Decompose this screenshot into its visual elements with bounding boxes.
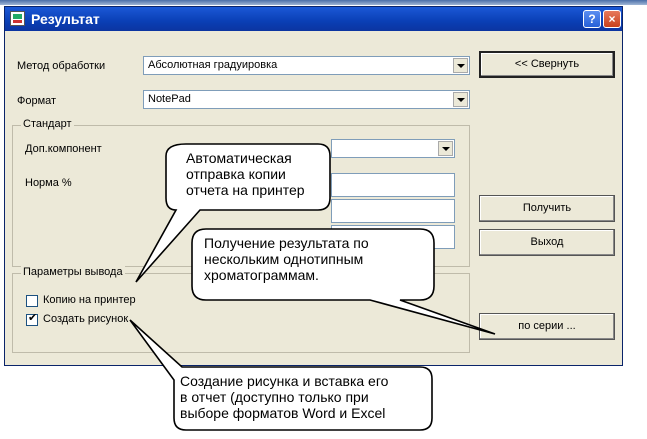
printer-callout-text: Автоматическая отправка копии отчета на …	[186, 150, 305, 198]
callout-line: Создание рисунка и вставка его	[180, 373, 389, 389]
callout-line: выборе форматов Word и Excel	[180, 405, 386, 421]
callout-line: хроматограммам.	[204, 267, 319, 283]
callout-line: отправка копии	[186, 166, 286, 182]
callout-line: Получение результата по	[204, 235, 369, 251]
picture-callout-text: Создание рисунка и вставка его в отчет (…	[180, 373, 388, 421]
callout-line: Автоматическая	[186, 150, 292, 166]
series-callout-text: Получение результата по нескольким однот…	[204, 235, 369, 283]
callout-line: в отчет (доступно только при	[180, 389, 369, 405]
callout-line: отчета на принтер	[186, 182, 305, 198]
callout-line: нескольким однотипным	[204, 251, 364, 267]
